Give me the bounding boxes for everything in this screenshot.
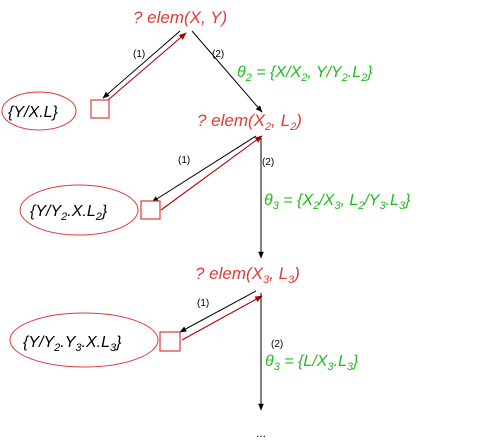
branch-1-return-edge: [107, 32, 187, 101]
goal-node-3: ? elem(X3, L3): [195, 264, 300, 286]
branch-label-2-2: (2): [262, 157, 274, 168]
theta-3-substitution: θ3 = {X2/X3, L2/Y3.L3}: [264, 192, 411, 212]
solution-1: {Y/X.L}: [8, 104, 58, 121]
success-box-1: [90, 99, 110, 119]
branch-1-edge-to-success: [102, 30, 181, 99]
branch-label-3-2: (2): [271, 339, 283, 350]
branch-label-1-1: (1): [133, 49, 145, 60]
solution-3: {Y/Y2.Y3.X.L3}: [23, 334, 122, 354]
continuation-ellipsis: ...: [256, 426, 266, 440]
solution-2: {Y/Y2.X.L2}: [30, 203, 108, 223]
branch-1-edge-to-success-3: [179, 290, 257, 333]
theta-2-substitution: θ2 = {X/X2, Y/Y2.L2}: [237, 64, 373, 84]
success-box-3: [159, 331, 181, 352]
theta-3-substitution-2: θ3 = {L/X3.L3}: [265, 353, 359, 373]
goal-node-1: ? elem(X, Y): [133, 8, 227, 27]
success-box-2: [140, 200, 161, 220]
resolution-tree-diagram: ? elem(X, Y) (1) (2) {Y/X.L} θ2 = {X/X2,…: [1, 8, 411, 440]
branch-label-1-2: (2): [212, 49, 224, 60]
branch-label-3-1: (1): [197, 298, 209, 309]
branch-label-2-1: (1): [178, 155, 190, 166]
branch-1-return-edge-2: [160, 135, 263, 211]
branch-1-return-edge-3: [181, 295, 263, 341]
goal-node-2: ? elem(X2, L2): [197, 111, 302, 133]
branch-1-edge-to-success-2: [151, 135, 257, 203]
